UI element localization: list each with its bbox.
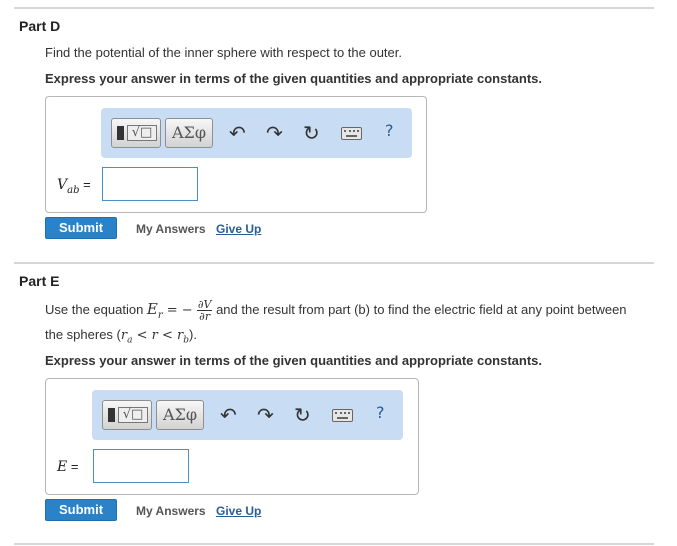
part-d-variable-label: Vab =: [57, 177, 91, 196]
keyboard-icon[interactable]: [341, 127, 362, 140]
part-e-prompt-line2: the spheres (ra < r < rb).: [45, 327, 197, 346]
prompt-text-after: and the result from part (b) to find the…: [212, 301, 627, 317]
sqrt-icon: √□: [118, 407, 148, 423]
undo-icon[interactable]: ↶: [220, 403, 237, 427]
templates-button[interactable]: √□: [102, 400, 152, 430]
part-e-give-up-link[interactable]: Give Up: [216, 504, 261, 518]
keyboard-icon[interactable]: [332, 409, 353, 422]
part-e-instruction: Express your answer in terms of the give…: [45, 353, 543, 368]
part-e-my-answers-link[interactable]: My Answers: [136, 504, 206, 518]
part-d-my-answers-link[interactable]: My Answers: [136, 222, 206, 236]
part-e-answer-input[interactable]: [93, 449, 189, 483]
sqrt-icon: √□: [127, 125, 157, 141]
eq-lhs: Er: [146, 299, 163, 321]
part-e-title: Part E: [19, 273, 60, 289]
help-icon[interactable]: ?: [385, 121, 394, 140]
part-d-answer-input[interactable]: [102, 167, 198, 201]
reset-icon[interactable]: ↻: [303, 121, 320, 145]
templates-icon: [108, 408, 115, 422]
eq-fraction: ∂V ∂r: [196, 298, 213, 323]
prompt-text-before: Use the equation: [45, 301, 147, 317]
greek-button[interactable]: ΑΣφ: [156, 400, 204, 430]
part-e-answer-box: √□ ΑΣφ ↶ ↷ ↻ ? E =: [45, 378, 419, 495]
undo-icon[interactable]: ↶: [229, 121, 246, 145]
redo-icon[interactable]: ↷: [257, 403, 274, 427]
part-e-variable-label: E =: [57, 459, 78, 475]
eq-mid: = −: [162, 302, 197, 318]
var-main: V: [57, 177, 68, 193]
greek-button[interactable]: ΑΣφ: [165, 118, 213, 148]
part-e-submit-button[interactable]: Submit: [45, 499, 117, 521]
divider-bottom: [14, 543, 654, 545]
templates-button[interactable]: √□: [111, 118, 161, 148]
part-d-answer-box: √□ ΑΣφ ↶ ↷ ↻ ? Vab =: [45, 96, 427, 213]
part-e-prompt-line1: Use the equation Er = − ∂V ∂r and the res…: [45, 299, 627, 322]
equals-sign: =: [79, 177, 91, 192]
part-e-toolbar: √□ ΑΣφ ↶ ↷ ↻ ?: [92, 390, 403, 440]
part-d-submit-button[interactable]: Submit: [45, 217, 117, 239]
equals-sign: =: [67, 459, 79, 474]
part-d-instruction: Express your answer in terms of the give…: [45, 71, 543, 86]
reset-icon[interactable]: ↻: [294, 403, 311, 427]
help-icon[interactable]: ?: [376, 403, 385, 422]
range-expr: ra < r < rb: [120, 328, 189, 346]
var-sub: ab: [67, 184, 80, 196]
templates-icon: [117, 126, 124, 140]
divider-top: [14, 7, 654, 9]
divider-middle: [14, 262, 654, 264]
part-d-title: Part D: [19, 18, 61, 34]
part-d-prompt: Find the potential of the inner sphere w…: [45, 45, 402, 60]
part-d-toolbar: √□ ΑΣφ ↶ ↷ ↻ ?: [101, 108, 412, 158]
redo-icon[interactable]: ↷: [266, 121, 283, 145]
part-d-give-up-link[interactable]: Give Up: [216, 222, 261, 236]
var-main: E: [57, 459, 68, 475]
